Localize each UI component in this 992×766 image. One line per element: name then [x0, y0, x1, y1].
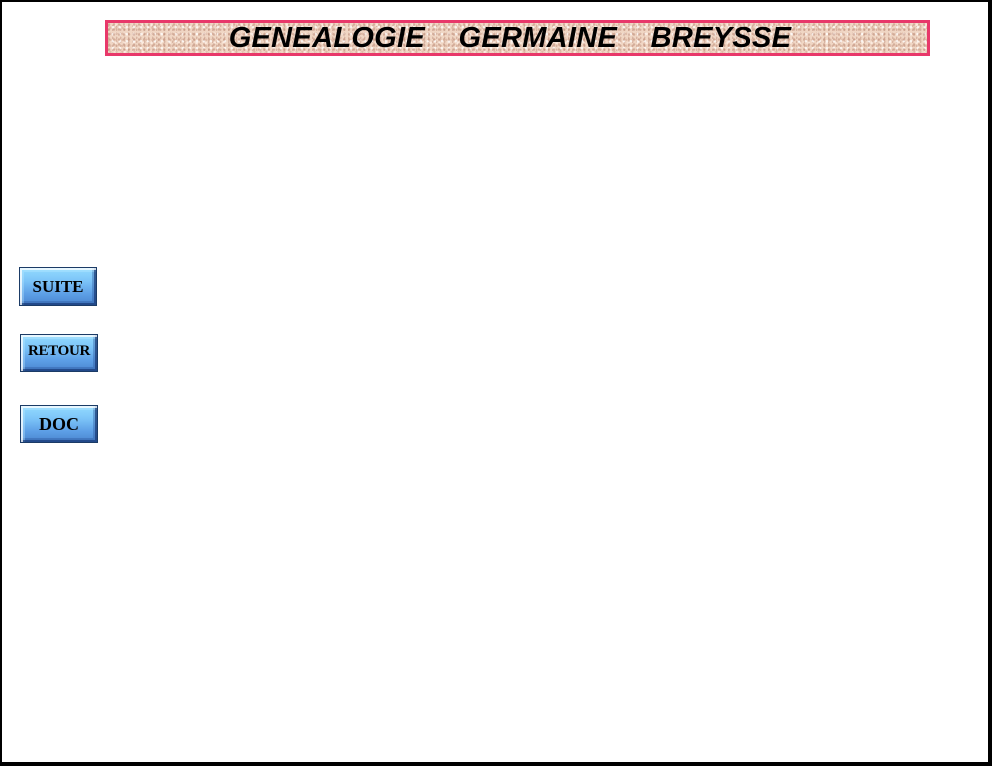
page-frame: GENEALOGIE GERMAINE BREYSSE SUITE RETOUR…: [0, 0, 992, 766]
suite-button[interactable]: SUITE: [19, 267, 97, 306]
title-banner: GENEALOGIE GERMAINE BREYSSE: [105, 20, 930, 56]
page-title: GENEALOGIE GERMAINE BREYSSE: [228, 21, 792, 54]
retour-button-label: RETOUR: [27, 343, 91, 359]
doc-button-label: DOC: [39, 414, 79, 434]
doc-button[interactable]: DOC: [20, 405, 98, 443]
retour-button[interactable]: RETOUR: [20, 334, 98, 372]
suite-button-label: SUITE: [32, 277, 84, 296]
